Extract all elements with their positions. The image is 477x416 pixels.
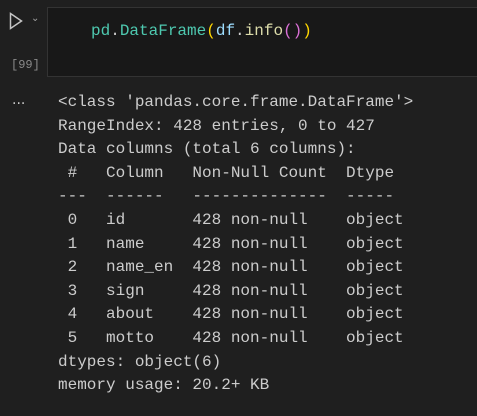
code-token: pd <box>91 22 111 40</box>
execution-count: [99] <box>11 58 40 72</box>
output-line: memory usage: 20.2+ KB <box>58 376 270 395</box>
output-line: Data columns (total 6 columns): <box>58 140 356 159</box>
code-token: () <box>283 22 303 40</box>
code-token: info <box>244 22 284 40</box>
output-line: dtypes: object(6) <box>58 352 222 371</box>
output-more-actions-icon[interactable]: ... <box>12 92 25 108</box>
output-line: 0 id 428 non-null object <box>58 210 404 229</box>
output-line: 1 name 428 non-null object <box>58 234 404 253</box>
output-line: 5 motto 428 non-null object <box>58 328 404 347</box>
code-token: df <box>215 22 236 40</box>
code-token: ( <box>206 22 216 40</box>
output-line: <class 'pandas.core.frame.DataFrame'> <box>58 93 414 111</box>
chevron-down-icon[interactable]: ⌄ <box>31 13 39 24</box>
output-line: 4 about 428 non-null object <box>58 305 404 324</box>
output-line: RangeIndex: 428 entries, 0 to 427 <box>58 116 375 135</box>
cell-output: <class 'pandas.core.frame.DataFrame'> Ran… <box>58 91 413 398</box>
run-cell-icon[interactable] <box>9 12 23 30</box>
code-token: . <box>110 22 120 40</box>
output-line: 2 name_en 428 non-null object <box>58 258 404 277</box>
code-token: ) <box>302 22 312 40</box>
code-token: DataFrame <box>119 22 207 40</box>
code-cell-editor[interactable]: pd.DataFrame(df.info()) <box>47 7 477 77</box>
output-line: 3 sign 428 non-null object <box>58 281 404 300</box>
code-token: . <box>235 22 245 40</box>
output-line: # Column Non-Null Count Dtype <box>58 163 404 182</box>
output-line: --- ------ -------------- ----- <box>58 187 404 206</box>
code-line[interactable]: pd.DataFrame(df.info()) <box>91 22 312 40</box>
